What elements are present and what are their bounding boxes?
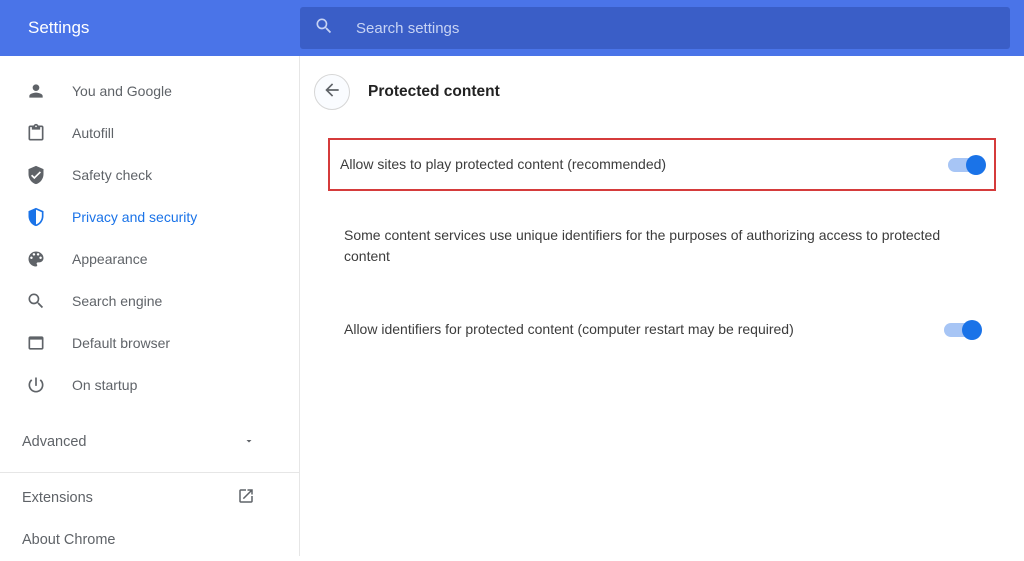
row-allow-identifiers: Allow identifiers for protected content … bbox=[340, 303, 984, 356]
shield-check-icon bbox=[26, 165, 46, 185]
extensions-label: Extensions bbox=[22, 490, 93, 506]
toggle-knob bbox=[962, 320, 982, 340]
sidebar-extensions[interactable]: Extensions bbox=[0, 477, 299, 519]
sidebar-item-label: Default browser bbox=[72, 335, 170, 351]
sidebar-item-label: Search engine bbox=[72, 293, 162, 309]
sidebar-item-default-browser[interactable]: Default browser bbox=[0, 322, 299, 364]
sidebar-item-label: Privacy and security bbox=[72, 209, 197, 225]
app-header: Settings bbox=[0, 0, 1024, 56]
main-panel: Protected content Allow sites to play pr… bbox=[300, 56, 1024, 556]
power-icon bbox=[26, 375, 46, 395]
sidebar-item-autofill[interactable]: Autofill bbox=[0, 112, 299, 154]
divider bbox=[0, 472, 299, 473]
sidebar-advanced[interactable]: Advanced bbox=[0, 416, 299, 468]
advanced-label: Advanced bbox=[22, 434, 87, 450]
about-label: About Chrome bbox=[22, 532, 116, 548]
sidebar-item-safety-check[interactable]: Safety check bbox=[0, 154, 299, 196]
allow-identifiers-label: Allow identifiers for protected content … bbox=[344, 319, 794, 340]
app-title: Settings bbox=[0, 18, 300, 38]
sidebar-item-appearance[interactable]: Appearance bbox=[0, 238, 299, 280]
search-input[interactable] bbox=[356, 20, 996, 37]
allow-play-label: Allow sites to play protected content (r… bbox=[340, 154, 666, 175]
clipboard-icon bbox=[26, 123, 46, 143]
sidebar-item-label: You and Google bbox=[72, 83, 172, 99]
row-allow-play: Allow sites to play protected content (r… bbox=[328, 138, 996, 191]
sidebar-item-label: Appearance bbox=[72, 251, 148, 267]
description-text: Some content services use unique identif… bbox=[340, 205, 984, 287]
sidebar-item-label: Autofill bbox=[72, 125, 114, 141]
toggle-allow-identifiers[interactable] bbox=[944, 323, 980, 337]
page-header: Protected content bbox=[314, 74, 1010, 110]
palette-icon bbox=[26, 249, 46, 269]
person-icon bbox=[26, 81, 46, 101]
toggle-allow-play[interactable] bbox=[948, 158, 984, 172]
search-bar[interactable] bbox=[300, 7, 1010, 49]
sidebar-item-search-engine[interactable]: Search engine bbox=[0, 280, 299, 322]
toggle-knob bbox=[966, 155, 986, 175]
window-icon bbox=[26, 333, 46, 353]
back-button[interactable] bbox=[314, 74, 350, 110]
external-link-icon bbox=[237, 487, 255, 509]
page-title: Protected content bbox=[368, 83, 500, 101]
shield-icon bbox=[26, 207, 46, 227]
settings-card: Allow sites to play protected content (r… bbox=[314, 138, 1010, 356]
sidebar-about[interactable]: About Chrome bbox=[0, 519, 299, 561]
sidebar: You and Google Autofill Safety check Pri… bbox=[0, 56, 300, 556]
chevron-down-icon bbox=[243, 434, 255, 450]
arrow-left-icon bbox=[322, 80, 342, 105]
search-icon bbox=[314, 16, 356, 41]
search-icon bbox=[26, 291, 46, 311]
sidebar-item-privacy[interactable]: Privacy and security bbox=[0, 196, 299, 238]
sidebar-item-label: On startup bbox=[72, 377, 137, 393]
sidebar-item-on-startup[interactable]: On startup bbox=[0, 364, 299, 406]
sidebar-item-label: Safety check bbox=[72, 167, 152, 183]
sidebar-item-you-and-google[interactable]: You and Google bbox=[0, 70, 299, 112]
